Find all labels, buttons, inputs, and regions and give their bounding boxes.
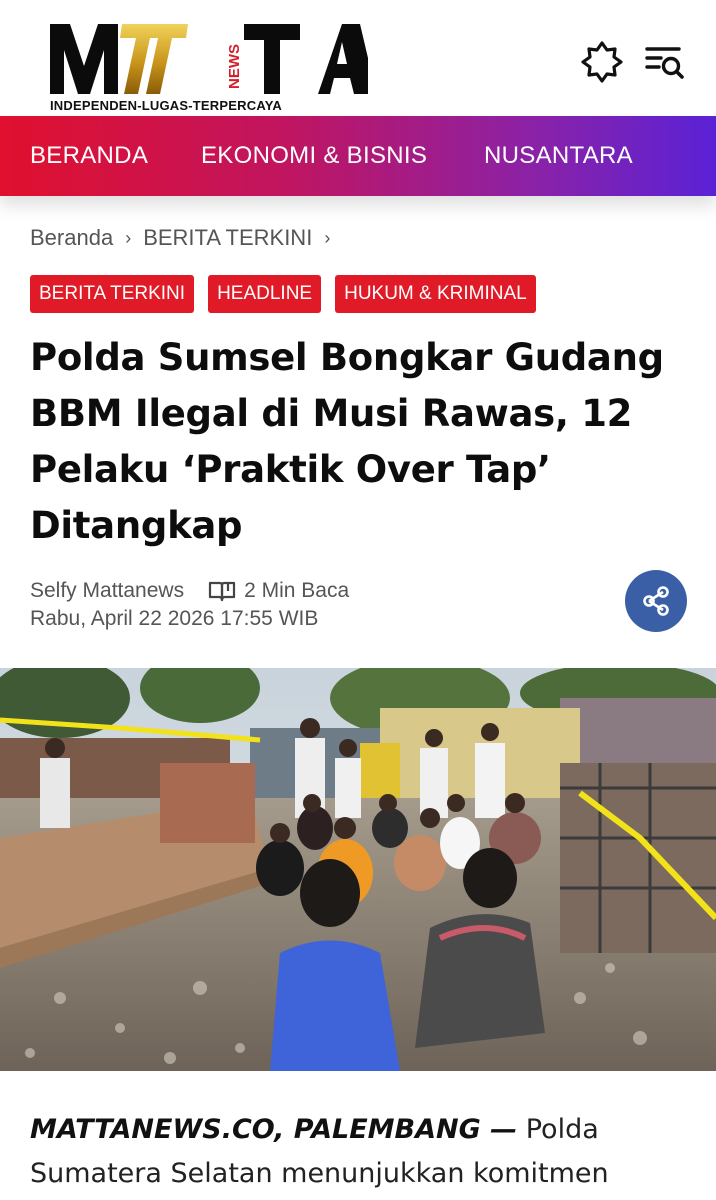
sun-moon-icon	[581, 41, 623, 83]
menu-search-icon	[645, 47, 684, 79]
open-book-icon	[208, 580, 236, 602]
category-tags: BERITA TERKINI HEADLINE HUKUM & KRIMINAL	[30, 275, 536, 313]
article-meta: Selfy Mattanews 2 Min Baca Rabu, April 2…	[30, 577, 590, 633]
nav-item-beranda[interactable]: BERANDA	[30, 116, 148, 196]
chevron-right-icon: ›	[125, 227, 132, 248]
tag-headline[interactable]: HEADLINE	[208, 275, 322, 313]
news-photo	[0, 668, 716, 1071]
nav-item-ekonomi-bisnis[interactable]: EKONOMI & BISNIS	[201, 116, 427, 196]
site-header: NEWS INDEPENDEN-LUGAS-TERPERCAYA	[0, 0, 716, 116]
read-time: 2 Min Baca	[244, 579, 350, 602]
article-featured-image[interactable]	[0, 668, 716, 1071]
chevron-right-icon: ›	[324, 227, 331, 248]
breadcrumb-category-link[interactable]: BERITA TERKINI	[143, 225, 312, 251]
share-icon	[643, 586, 669, 616]
article-lead-paragraph: MATTANEWS.CO, PALEMBANG — Polda Sumatera…	[30, 1108, 690, 1196]
nav-item-nusantara[interactable]: NUSANTARA	[484, 116, 633, 196]
logo-news-label: NEWS	[226, 44, 243, 90]
tag-berita-terkini[interactable]: BERITA TERKINI	[30, 275, 195, 313]
tag-hukum-kriminal[interactable]: HUKUM & KRIMINAL	[335, 275, 536, 313]
breadcrumb: Beranda › BERITA TERKINI ›	[30, 222, 342, 254]
theme-toggle-button[interactable]	[580, 40, 624, 84]
logo-mark	[50, 24, 368, 94]
logo-tagline: INDEPENDEN-LUGAS-TERPERCAYA	[50, 98, 282, 113]
article-dateline: MATTANEWS.CO, PALEMBANG —	[30, 1114, 518, 1145]
article-title: Polda Sumsel Bongkar Gudang BBM Ilegal d…	[30, 336, 664, 547]
publish-datetime: Rabu, April 22 2026 17:55 WIB	[30, 607, 319, 630]
site-logo[interactable]: NEWS INDEPENDEN-LUGAS-TERPERCAYA	[48, 18, 368, 114]
share-button[interactable]	[625, 570, 687, 632]
author-name[interactable]: Selfy Mattanews	[30, 579, 184, 603]
breadcrumb-home-link[interactable]: Beranda	[30, 225, 113, 251]
main-nav: BERANDA EKONOMI & BISNIS NUSANTARA	[0, 116, 716, 196]
search-menu-button[interactable]	[642, 40, 686, 84]
